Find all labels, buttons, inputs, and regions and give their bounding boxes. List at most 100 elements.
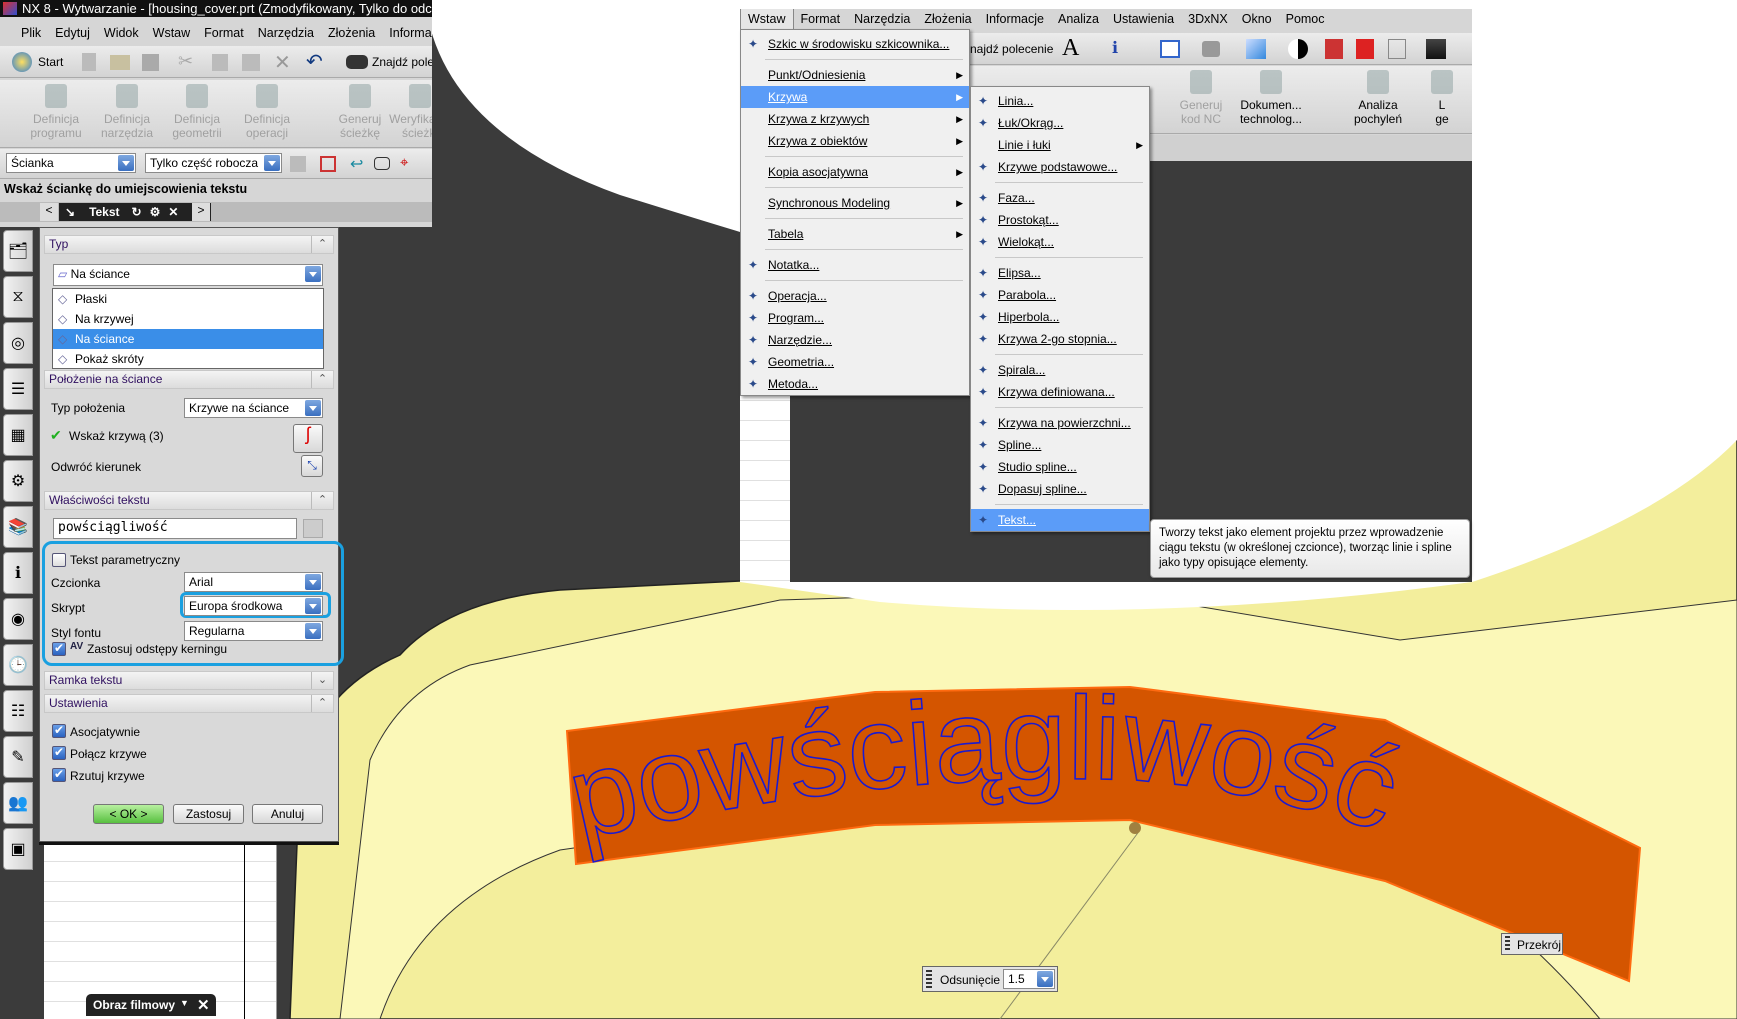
- font-style-dropdown[interactable]: Regularna: [184, 621, 323, 641]
- menu-item[interactable]: ✦ Notatka...: [741, 254, 969, 276]
- cut-icon[interactable]: ✂: [178, 51, 193, 72]
- roles-icon[interactable]: 👥: [3, 782, 33, 824]
- paste-icon[interactable]: [242, 54, 260, 71]
- type-option[interactable]: ◇ Na krzywej: [53, 309, 323, 329]
- background-color-icon[interactable]: [1426, 39, 1446, 59]
- associative-checkbox[interactable]: [52, 723, 66, 738]
- process-list-icon[interactable]: ☷: [3, 690, 33, 732]
- apply-button[interactable]: Zastosuj: [173, 804, 244, 824]
- save-icon[interactable]: [142, 54, 159, 71]
- menu-item[interactable]: ✦ Tekst...: [971, 509, 1149, 531]
- menu-3[interactable]: Wstaw: [146, 23, 198, 43]
- scope-filter-dropdown[interactable]: Tylko część robocza: [145, 153, 282, 173]
- library-books-icon[interactable]: 📚: [3, 506, 33, 548]
- menu-item[interactable]: ✦ Krzywa definiowana...: [971, 381, 1149, 403]
- cancel-button[interactable]: Anuluj: [252, 804, 323, 824]
- right-toolbar-button-4[interactable]: Lge: [1402, 70, 1472, 126]
- menu-item[interactable]: Linie i łuki ▶: [971, 134, 1149, 156]
- info-object-icon[interactable]: ℹ: [1112, 38, 1118, 58]
- find-command-label[interactable]: najdź polecenie: [970, 42, 1053, 56]
- section-label-box[interactable]: Przekrój: [1501, 933, 1563, 955]
- menu-right-3[interactable]: Złożenia: [917, 9, 978, 29]
- chevron-down-icon[interactable]: ▼: [180, 998, 189, 1008]
- copy-icon[interactable]: [212, 54, 228, 71]
- menu-item[interactable]: ✦ Krzywa na powierzchni...: [971, 412, 1149, 434]
- drag-handle-icon[interactable]: [926, 970, 932, 988]
- shading-icon[interactable]: [1202, 41, 1220, 57]
- menu-item[interactable]: ✦ Spirala...: [971, 359, 1149, 381]
- toolbar-button-5[interactable]: Weryfikacjaścieżki: [385, 84, 432, 140]
- menu-right-0[interactable]: Wstaw: [740, 9, 794, 30]
- menu-item[interactable]: ✦ Metoda...: [741, 373, 969, 395]
- toolbar-button-1[interactable]: Definicja narzędzia: [92, 84, 162, 140]
- drag-handle-icon[interactable]: [1505, 936, 1510, 952]
- menu-right-5[interactable]: Analiza: [1051, 9, 1106, 29]
- select-curve-label[interactable]: Wskaż krzywą (3): [69, 429, 164, 443]
- menu-4[interactable]: Format: [197, 23, 251, 43]
- snap-point-icon[interactable]: [320, 156, 336, 172]
- assembly-navigator-icon[interactable]: ☰: [3, 368, 33, 410]
- menu-item[interactable]: Kopia asocjatywna ▶: [741, 161, 969, 183]
- menu-item[interactable]: ✦ Krzywe podstawowe...: [971, 156, 1149, 178]
- collapse-icon[interactable]: ⌃: [311, 236, 333, 253]
- section-placement[interactable]: Położenie na ściance ⌃: [44, 370, 334, 389]
- toolbar-button-2[interactable]: Definicja geometrii: [162, 84, 232, 140]
- type-dropdown[interactable]: ▱ Na ściance: [53, 264, 323, 286]
- menu-right-8[interactable]: Okno: [1235, 9, 1279, 29]
- menu-item[interactable]: ✦ Parabola...: [971, 284, 1149, 306]
- feature-icon[interactable]: ⚙: [3, 460, 33, 502]
- font-dropdown[interactable]: Arial: [184, 572, 323, 592]
- section-text-properties[interactable]: Właściwości tekstu ⌃: [44, 491, 334, 510]
- menu-item[interactable]: ✦ Wielokąt...: [971, 231, 1149, 253]
- delete-icon[interactable]: ✕: [274, 50, 291, 75]
- menu-item[interactable]: ✦ Linia...: [971, 90, 1149, 112]
- menu-right-7[interactable]: 3DxNX: [1181, 9, 1235, 29]
- part-navigator-icon[interactable]: ◎: [3, 322, 33, 364]
- find-command-button[interactable]: Znajdź polecenie: [372, 55, 432, 69]
- menu-item[interactable]: ✦ Łuk/Okrąg...: [971, 112, 1149, 134]
- menu-6[interactable]: Złożenia: [321, 23, 382, 43]
- reverse-direction-button[interactable]: ⤡: [301, 455, 323, 477]
- menu-0[interactable]: Plik: [14, 23, 48, 43]
- menu-item[interactable]: ✦ Narzędzie...: [741, 329, 969, 351]
- menu-item[interactable]: ✦ Geometria...: [741, 351, 969, 373]
- section-settings[interactable]: Ustawienia ⌃: [44, 694, 334, 713]
- menu-item[interactable]: Punkt/Odniesienia ▶: [741, 64, 969, 86]
- menu-right-6[interactable]: Ustawienia: [1106, 9, 1181, 29]
- text-input[interactable]: powściągliwość: [53, 518, 297, 539]
- type-option[interactable]: ◇ Pokaż skróty: [53, 349, 323, 369]
- project-curves-checkbox[interactable]: [52, 767, 66, 782]
- crosshair-icon[interactable]: ⌖: [400, 154, 408, 171]
- wcs-icon[interactable]: [1288, 39, 1308, 59]
- menu-item[interactable]: Krzywa z krzywych ▶: [741, 108, 969, 130]
- menu-item[interactable]: Krzywa z obiektów ▶: [741, 130, 969, 152]
- expand-icon[interactable]: ⌄: [311, 672, 333, 689]
- close-icon[interactable]: ✕: [164, 205, 182, 219]
- right-toolbar-button-2[interactable]: Dokumen... technolog...: [1231, 70, 1311, 126]
- fit-view-icon[interactable]: [1160, 40, 1180, 58]
- menu-2[interactable]: Widok: [97, 23, 146, 43]
- menu-item[interactable]: ✦ Hiperbola...: [971, 306, 1149, 328]
- handle-point[interactable]: [1129, 822, 1141, 834]
- menu-right-1[interactable]: Format: [794, 9, 848, 29]
- placement-type-dropdown[interactable]: Krzywe na ściance: [184, 398, 323, 418]
- navigator-list[interactable]: [44, 842, 277, 1019]
- undo-icon[interactable]: ↶: [306, 49, 323, 74]
- start-icon[interactable]: [12, 52, 32, 72]
- offset-input[interactable]: 1.5: [1003, 969, 1055, 989]
- info-icon[interactable]: ℹ: [3, 552, 33, 594]
- menu-7[interactable]: Informacje: [382, 23, 432, 43]
- red-box-icon[interactable]: [1356, 39, 1374, 59]
- text-style-icon[interactable]: A: [1062, 35, 1079, 62]
- back-icon[interactable]: <: [40, 203, 58, 221]
- menu-item[interactable]: ✦ Szkic w środowisku szkicownika...: [741, 33, 969, 55]
- ok-button[interactable]: < OK >: [93, 804, 164, 824]
- menu-item[interactable]: ✦ Spline...: [971, 434, 1149, 456]
- kerning-checkbox[interactable]: [52, 641, 66, 656]
- type-option[interactable]: ◇ Płaski: [53, 289, 323, 309]
- return-icon[interactable]: ↩: [350, 154, 363, 174]
- menu-item[interactable]: Krzywa ▶: [741, 86, 969, 108]
- menu-5[interactable]: Narzędzia: [251, 23, 321, 43]
- open-folder-icon[interactable]: [110, 55, 130, 70]
- palette-icon[interactable]: ▣: [3, 828, 33, 870]
